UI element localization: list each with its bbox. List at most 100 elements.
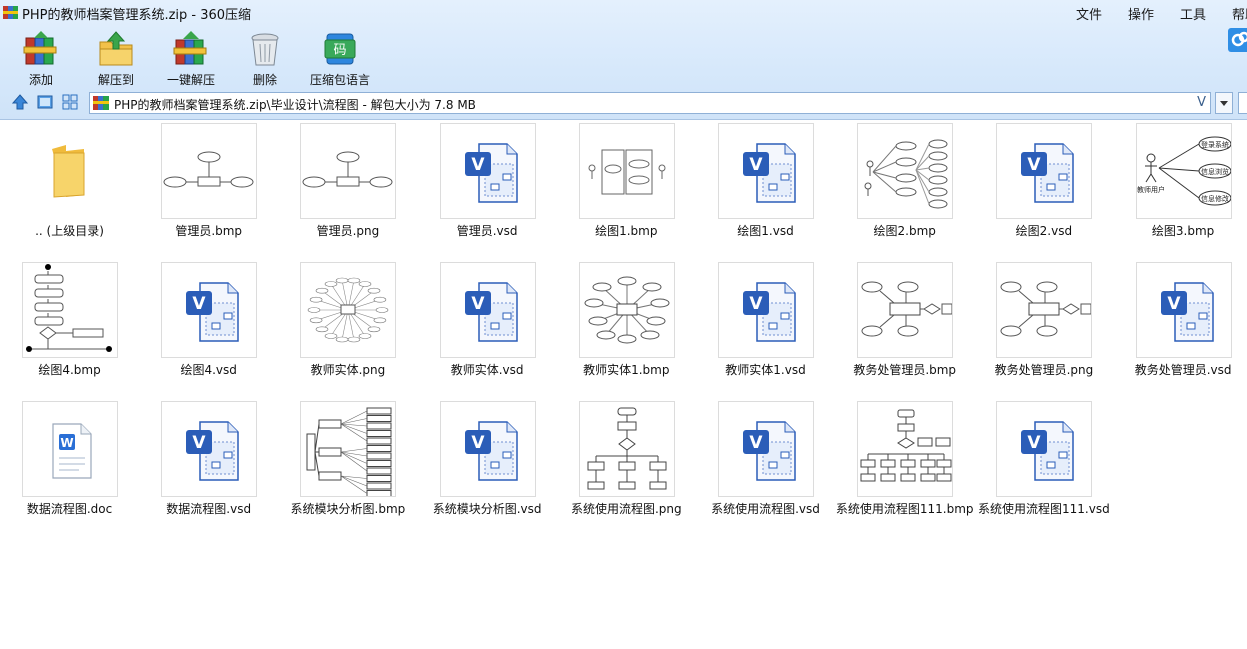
visio-file-icon: V [718,262,814,358]
svg-text:V: V [471,155,485,175]
language-code-icon: 码 [324,33,356,65]
visio-file-icon: V [439,123,536,219]
file-item[interactable]: 教务处管理员.bmp [835,260,974,390]
svg-text:V: V [749,155,763,175]
file-name: 系统模块分析图.vsd [432,502,542,516]
file-item[interactable]: 系统模块分析图.bmp [278,399,417,529]
svg-text:V: V [1167,294,1181,314]
delete-button[interactable]: 删除 [229,30,301,88]
file-item[interactable]: 教师用户 登录系统信息浏览信息修改绘图3.bmp [1114,121,1247,251]
grid-view-icon[interactable] [61,93,79,111]
file-name: 教师实体.png [310,363,386,377]
file-item[interactable]: V 教师实体.vsd [418,260,557,390]
file-name: 绘图4.bmp [38,363,101,377]
file-item[interactable]: V 绘图4.vsd [139,260,278,390]
file-item[interactable]: V 教师实体1.vsd [696,260,835,390]
file-item[interactable]: 绘图2.bmp [835,121,974,251]
archive-icon [93,96,109,110]
file-item[interactable]: 绘图1.bmp [557,121,696,251]
file-item[interactable]: 绘图4.bmp [0,260,139,390]
svg-text:码: 码 [333,43,346,58]
file-item[interactable]: V 管理员.vsd [418,121,557,251]
delete-label: 删除 [252,73,277,87]
svg-text:登录系统: 登录系统 [1201,140,1229,149]
trash-icon [251,33,279,66]
svg-text:信息浏览: 信息浏览 [1201,167,1229,176]
file-item[interactable]: 系统使用流程图.png [557,399,696,529]
archive-language-button[interactable]: 码 压缩包语言 [304,30,376,88]
address-v-mark[interactable]: V [1197,95,1206,110]
one-click-extract-button[interactable]: 一键解压 [155,30,227,88]
visio-file-icon: V [161,401,258,497]
diagram-thumbnail [22,262,118,358]
svg-text:信息修改: 信息修改 [1201,194,1229,203]
svg-text:V: V [749,433,763,453]
file-name: 绘图1.vsd [737,224,794,238]
svg-text:V: V [193,433,207,453]
diagram-thumbnail [996,262,1093,358]
file-name: 教师实体.vsd [450,363,524,377]
file-item[interactable]: 管理员.bmp [139,121,278,251]
svg-text:V: V [193,294,207,314]
file-item[interactable]: V 数据流程图.vsd [139,399,278,529]
extract-folder-icon [99,31,133,66]
word-file-icon: W [22,401,118,497]
file-item[interactable]: .. (上级目录) [0,121,139,251]
file-item[interactable]: V 教务处管理员.vsd [1114,260,1247,390]
file-name: 绘图1.bmp [595,224,658,238]
file-item[interactable]: 管理员.png [278,121,417,251]
file-item[interactable]: V 系统使用流程图.vsd [696,399,835,529]
menu-file[interactable]: 文件 [1076,4,1102,23]
address-bar[interactable]: PHP的教师档案管理系统.zip\毕业设计\流程图 - 解包大小为 7.8 MB… [89,92,1211,114]
svg-text:教师用户: 教师用户 [1137,185,1165,194]
file-name: 数据流程图.vsd [166,502,252,516]
file-item[interactable]: V 系统模块分析图.vsd [418,399,557,529]
add-label: 添加 [28,73,53,87]
file-name: 绘图4.vsd [180,363,237,377]
file-item[interactable]: V 绘图1.vsd [696,121,835,251]
folder-icon [22,123,118,219]
file-item[interactable]: 教师实体.png [278,260,417,390]
file-item[interactable]: 教师实体1.bmp [557,260,696,390]
diagram-thumbnail [300,123,397,219]
thumbnail-view-icon[interactable] [36,93,54,111]
visio-file-icon: V [439,262,536,358]
file-name: 数据流程图.doc [26,502,113,516]
visio-file-icon: V [996,123,1093,219]
address-path: PHP的教师档案管理系统.zip\毕业设计\流程图 - 解包大小为 7.8 MB [114,98,476,112]
address-dropdown-button[interactable] [1215,92,1233,114]
diagram-thumbnail [857,401,954,497]
diagram-thumbnail [161,123,258,219]
file-item[interactable]: W 数据流程图.doc [0,399,139,529]
file-item[interactable]: V 系统使用流程图111.vsd [974,399,1113,529]
add-button[interactable]: 添加 [5,30,77,88]
share-icon[interactable] [1228,28,1247,52]
extract-to-button[interactable]: 解压到 [80,30,152,88]
one-click-extract-label: 一键解压 [166,73,215,87]
menu-tools[interactable]: 工具 [1180,4,1206,23]
svg-text:V: V [471,433,485,453]
svg-text:V: V [749,294,763,314]
file-name: 系统使用流程图111.bmp [835,502,974,516]
search-box[interactable] [1238,92,1247,114]
file-item[interactable]: 教务处管理员.png [974,260,1113,390]
file-name: 教师实体1.vsd [725,363,806,377]
one-click-extract-icon [173,31,207,65]
file-item[interactable]: 系统使用流程图111.bmp [835,399,974,529]
menu-help[interactable]: 帮助 [1232,4,1247,23]
archive-language-label: 压缩包语言 [309,73,370,87]
file-name: 绘图3.bmp [1151,224,1215,238]
diagram-thumbnail [300,401,397,497]
extract-to-label: 解压到 [97,73,134,87]
visio-file-icon: V [718,123,814,219]
up-arrow-icon[interactable] [11,93,29,111]
diagram-thumbnail [578,401,675,497]
diagram-thumbnail: 教师用户 登录系统信息浏览信息修改 [1135,123,1232,219]
menu-operate[interactable]: 操作 [1128,4,1154,23]
svg-text:V: V [471,294,485,314]
file-item[interactable]: V 绘图2.vsd [974,121,1113,251]
file-name: 教务处管理员.vsd [1134,363,1232,377]
file-name: 管理员.bmp [175,224,243,238]
title-bar: PHP的教师档案管理系统.zip - 360压缩 文件 操作 工具 帮助 [0,0,1247,26]
archive-app-icon [3,6,18,19]
